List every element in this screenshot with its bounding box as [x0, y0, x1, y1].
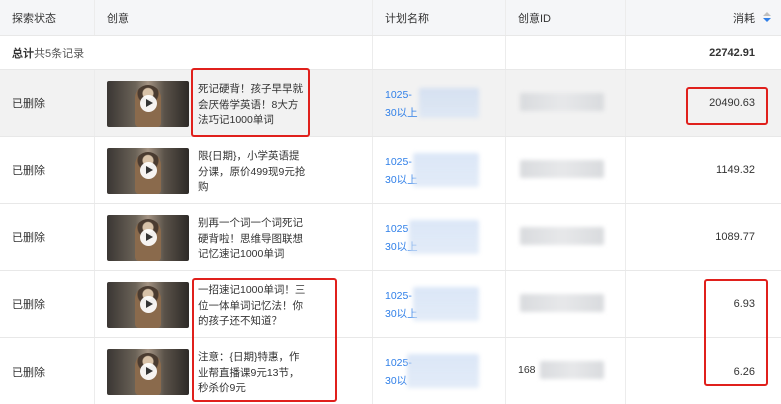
- row-creative: 死记硬背！孩子早早就 会厌倦学英语！8大方 法巧记1000单词: [95, 70, 373, 136]
- row-creative-id: [506, 271, 626, 337]
- row-status: 已删除: [0, 137, 95, 203]
- total-label: 总计 共5条记录: [0, 36, 373, 69]
- row-status: 已删除: [0, 204, 95, 270]
- header-status[interactable]: 探索状态: [0, 0, 95, 35]
- play-icon[interactable]: [140, 95, 157, 112]
- total-plan-empty: [373, 36, 506, 69]
- row-creative-id: [506, 70, 626, 136]
- creative-report-table: 探索状态 创意 计划名称 创意ID 消耗 总计 共5条记录 22742.91 已…: [0, 0, 781, 404]
- redacted-plan-name: [413, 153, 479, 187]
- creative-text: 一招速记1000单词！三 位一体单词记忆法！你 的孩子还不知道？: [198, 284, 306, 327]
- header-creative-id[interactable]: 创意ID: [506, 0, 626, 35]
- redacted-plan-name: [419, 88, 479, 118]
- row-plan[interactable]: 1025 30以上: [373, 204, 506, 270]
- row-plan[interactable]: 1025- 30以上: [373, 70, 506, 136]
- redacted-plan-name: [409, 220, 479, 254]
- row-plan[interactable]: 1025- 30以上: [373, 271, 506, 337]
- row-creative-id: [506, 204, 626, 270]
- plan-name-line2: 30以上: [385, 107, 418, 119]
- sort-caret-icon[interactable]: [763, 12, 771, 24]
- table-row[interactable]: 已删除 限{日期}，小学英语提 分课，原价499现9元抢 购 1025- 30以…: [0, 137, 781, 204]
- table-row[interactable]: 已删除 死记硬背！孩子早早就 会厌倦学英语！8大方 法巧记1000单词 1025…: [0, 70, 781, 137]
- video-thumbnail[interactable]: [107, 282, 189, 328]
- row-cost: 20490.63: [709, 97, 755, 109]
- table-row[interactable]: 已删除 一招速记1000单词！三 位一体单词记忆法！你 的孩子还不知道？ 102…: [0, 271, 781, 338]
- row-plan[interactable]: 1025- 30以: [373, 338, 506, 404]
- video-thumbnail[interactable]: [107, 349, 189, 395]
- row-creative-id: 168: [506, 338, 626, 404]
- total-label-count: 共5条记录: [34, 47, 85, 60]
- row-status: 已删除: [0, 271, 95, 337]
- play-icon[interactable]: [140, 363, 157, 380]
- redacted-creative-id: [540, 361, 604, 379]
- redacted-creative-id: [520, 294, 604, 312]
- header-cost[interactable]: 消耗: [626, 0, 781, 35]
- row-status: 已删除: [0, 338, 95, 404]
- row-cost: 1089.77: [715, 231, 755, 243]
- table-row[interactable]: 已删除 注意：{日期}特惠，作 业帮直播课9元13节， 秒杀价9元 1025- …: [0, 338, 781, 404]
- sort-up-icon: [763, 12, 771, 16]
- row-creative: 一招速记1000单词！三 位一体单词记忆法！你 的孩子还不知道？: [95, 271, 373, 337]
- header-cost-label: 消耗: [733, 12, 755, 25]
- creative-id-text: 168: [518, 364, 536, 376]
- redacted-creative-id: [520, 93, 604, 111]
- creative-text: 限{日期}，小学英语提 分课，原价499现9元抢 购: [198, 150, 306, 193]
- header-creative[interactable]: 创意: [95, 0, 373, 35]
- redacted-plan-name: [413, 287, 479, 321]
- table-header: 探索状态 创意 计划名称 创意ID 消耗: [0, 0, 781, 36]
- row-plan[interactable]: 1025- 30以上: [373, 137, 506, 203]
- creative-text: 别再一个词一个词死记 硬背啦！思维导图联想 记忆速记1000单词: [198, 217, 303, 260]
- creative-text: 注意：{日期}特惠，作 业帮直播课9元13节， 秒杀价9元: [198, 351, 300, 394]
- creative-text: 死记硬背！孩子早早就 会厌倦学英语！8大方 法巧记1000单词: [198, 83, 303, 126]
- header-plan-name[interactable]: 计划名称: [373, 0, 506, 35]
- play-icon[interactable]: [140, 229, 157, 246]
- video-thumbnail[interactable]: [107, 215, 189, 261]
- row-creative: 别再一个词一个词死记 硬背啦！思维导图联想 记忆速记1000单词: [95, 204, 373, 270]
- video-thumbnail[interactable]: [107, 81, 189, 127]
- row-creative: 限{日期}，小学英语提 分课，原价499现9元抢 购: [95, 137, 373, 203]
- row-status: 已删除: [0, 70, 95, 136]
- redacted-creative-id: [520, 160, 604, 178]
- row-cost: 6.93: [733, 298, 755, 310]
- plan-name-line1: 1025-: [385, 89, 412, 101]
- row-creative-id: [506, 137, 626, 203]
- video-thumbnail[interactable]: [107, 148, 189, 194]
- sort-down-icon: [763, 18, 771, 22]
- redacted-plan-name: [407, 354, 479, 388]
- row-cost: 1149.32: [716, 164, 755, 176]
- plan-name-link[interactable]: 1025- 30以上: [385, 86, 418, 122]
- total-row: 总计 共5条记录 22742.91: [0, 36, 781, 70]
- table-row[interactable]: 已删除 别再一个词一个词死记 硬背啦！思维导图联想 记忆速记1000单词 102…: [0, 204, 781, 271]
- total-label-strong: 总计: [12, 47, 34, 60]
- total-id-empty: [506, 36, 626, 69]
- total-cost: 22742.91: [709, 46, 755, 59]
- redacted-creative-id: [520, 227, 604, 245]
- row-cost: 6.26: [733, 365, 755, 378]
- play-icon[interactable]: [140, 162, 157, 179]
- play-icon[interactable]: [140, 296, 157, 313]
- row-creative: 注意：{日期}特惠，作 业帮直播课9元13节， 秒杀价9元: [95, 338, 373, 404]
